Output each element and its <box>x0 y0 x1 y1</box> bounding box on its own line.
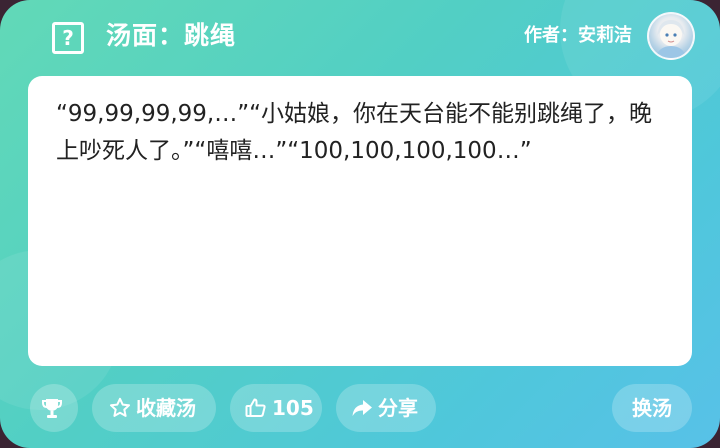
like-button[interactable]: 105 <box>230 384 322 432</box>
card-header: ? 汤面：跳绳 作者：安莉洁 <box>0 0 720 76</box>
action-toolbar: 收藏汤 105 分享 换汤 <box>0 384 720 432</box>
like-count: 105 <box>272 396 314 420</box>
favorite-button[interactable]: 收藏汤 <box>92 384 216 432</box>
favorite-label: 收藏汤 <box>136 396 196 420</box>
share-arrow-icon <box>350 396 374 420</box>
star-outline-icon <box>108 396 132 420</box>
trophy-icon <box>40 396 64 420</box>
thumbs-up-icon <box>244 396 268 420</box>
soup-title: 汤面：跳绳 <box>106 21 237 50</box>
share-button[interactable]: 分享 <box>336 384 436 432</box>
soup-content-panel: “99,99,99,99,…”“小姑娘，你在天台能不能别跳绳了，晚上吵死人了。”… <box>28 76 692 366</box>
author-avatar[interactable] <box>647 12 695 60</box>
change-soup-button[interactable]: 换汤 <box>612 384 692 432</box>
question-square-icon[interactable]: ? <box>52 22 84 54</box>
soup-card: ? 汤面：跳绳 作者：安莉洁 “99,99,99,99,…”“小姑娘，你在天台能… <box>0 0 720 448</box>
change-soup-label: 换汤 <box>632 396 672 420</box>
trophy-button[interactable] <box>30 384 78 432</box>
soup-text: “99,99,99,99,…”“小姑娘，你在天台能不能别跳绳了，晚上吵死人了。”… <box>56 101 653 164</box>
share-label: 分享 <box>378 396 418 420</box>
avatar-illustration <box>655 20 687 58</box>
author-label: 作者：安莉洁 <box>524 25 632 46</box>
